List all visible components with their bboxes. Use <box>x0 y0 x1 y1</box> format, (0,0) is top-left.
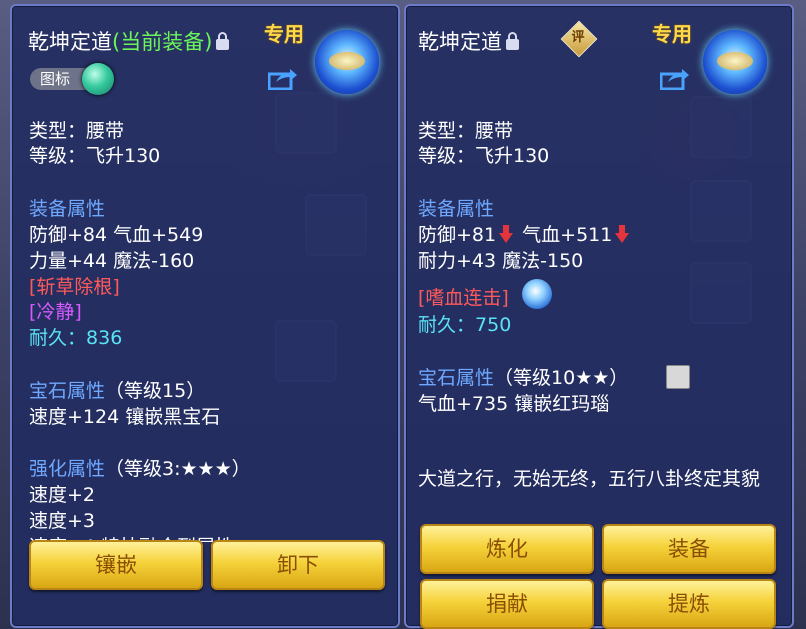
equip-button[interactable]: 装备 <box>602 524 776 574</box>
gem-header-label: 宝石属性 <box>29 380 106 402</box>
gem-header-label: 宝石属性 <box>418 367 495 389</box>
attr-defense: 防御+81 <box>418 224 497 246</box>
special-badge: 专用 <box>652 22 692 46</box>
extract-button[interactable]: 提炼 <box>602 579 776 629</box>
attr-line: 耐力+43 魔法-150 <box>418 250 584 272</box>
gem-attr-header: 宝石属性（等级10★★） <box>418 363 628 390</box>
enhance-attr-header: 强化属性（等级3:★★★） <box>29 454 251 481</box>
durability: 耐久：836 <box>29 323 122 350</box>
refine-button[interactable]: 炼化 <box>420 524 594 574</box>
special-skill: [斩草除根] <box>29 276 120 298</box>
special-effect: [冷静] <box>29 301 82 323</box>
equipped-item-tooltip: 乾坤定道(当前装备) 专用 图标 类型：腰带 等级：飞升130 装备属性 防御+… <box>10 4 400 628</box>
item-name: 乾坤定道 <box>418 30 502 54</box>
item-level: 等级：飞升130 <box>418 145 550 167</box>
share-icon[interactable] <box>660 68 690 90</box>
enhance-header-label: 强化属性 <box>29 458 106 480</box>
item-description: 大道之行，无始无终，五行八卦终定其貌 <box>418 468 761 490</box>
rating-label: 评 <box>571 30 585 45</box>
remove-button[interactable]: 卸下 <box>211 540 385 590</box>
gem-info-icon[interactable] <box>666 365 690 389</box>
attr-line: 防御+84 气血+549 <box>29 224 204 246</box>
equip-attr-header: 装备属性 <box>29 198 106 220</box>
enhance-level: （等级3:★★★） <box>105 458 251 480</box>
gem-attr-line: 气血+735 镶嵌红玛瑙 <box>418 393 610 415</box>
item-title: 乾坤定道 <box>418 26 519 56</box>
durability-value: 750 <box>475 314 512 336</box>
compare-item-tooltip: 乾坤定道 评 专用 类型：腰带 等级：飞升130 装备属性 防御+81 气血+5… <box>404 4 794 629</box>
decrease-arrow-icon <box>615 225 630 243</box>
belt-item-icon[interactable] <box>703 30 767 94</box>
attr-line: 防御+81 气血+511 <box>418 220 632 247</box>
item-level: 等级：飞升130 <box>29 145 161 167</box>
special-skill: [嗜血连击] <box>418 287 509 309</box>
gem-attr-line: 速度+124 镶嵌黑宝石 <box>29 406 221 428</box>
enhance-line: 速度+3 <box>29 510 96 532</box>
decrease-arrow-icon <box>499 225 514 243</box>
equip-attr-header: 装备属性 <box>418 198 495 220</box>
durability-label: 耐久： <box>418 314 476 336</box>
tooltip-scroll-area[interactable]: 类型：腰带 等级：飞升130 装备属性 防御+84 气血+549 力量+44 魔… <box>12 6 398 542</box>
item-type: 类型：腰带 <box>29 120 125 142</box>
donate-button[interactable]: 捐献 <box>420 579 594 629</box>
inlay-button[interactable]: 镶嵌 <box>29 540 203 590</box>
item-type: 类型：腰带 <box>418 120 514 142</box>
rating-icon[interactable]: 评 <box>560 20 598 58</box>
skill-icon[interactable] <box>522 279 552 309</box>
gem-attr-header: 宝石属性（等级15） <box>29 376 205 403</box>
gem-level: （等级10★★） <box>494 367 629 389</box>
attr-line: 力量+44 魔法-160 <box>29 250 195 272</box>
gem-level: （等级15） <box>105 380 206 402</box>
enhance-line: 速度+2 <box>29 484 96 506</box>
durability-value: 836 <box>86 327 123 349</box>
lock-icon <box>506 32 519 50</box>
durability: 耐久：750 <box>418 310 511 337</box>
durability-label: 耐久： <box>29 327 87 349</box>
attr-hp: 气血+511 <box>522 224 613 246</box>
